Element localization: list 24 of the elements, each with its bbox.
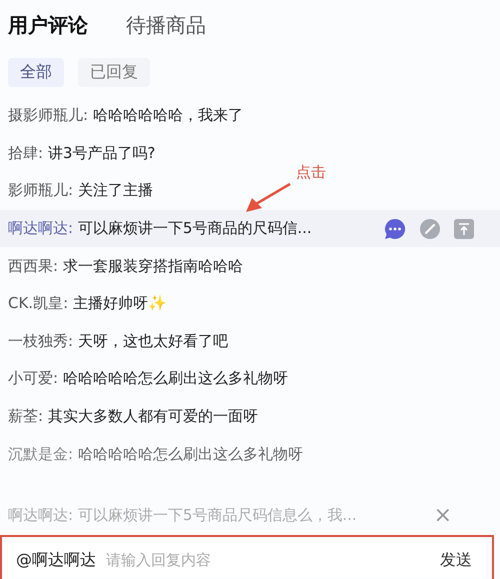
tab[interactable]: 用户评论 <box>8 12 88 38</box>
annotation-label: 点击 <box>296 163 326 182</box>
mention-text: @啊达啊达 <box>16 550 96 570</box>
pin-top-icon[interactable] <box>454 218 474 239</box>
selected-comment-row[interactable]: 啊达啊达: 可以麻烦讲一下5号商品的尺码信... <box>0 210 500 248</box>
comment-text[interactable]: CK.凯皇: 主播好帅呀✨ <box>8 294 167 314</box>
comment-text[interactable]: 拾肆: 讲3号产品了吗? <box>8 144 156 163</box>
comment-text[interactable]: 摄影师瓶儿: 哈哈哈哈哈哈，我来了 <box>8 106 243 126</box>
filter-tab[interactable]: 已回复 <box>78 58 150 87</box>
comment-text[interactable]: 薪荃: 其实大多数人都有可爱的一面呀 <box>8 407 258 426</box>
comment-text[interactable]: 一枝独秀: 天呀，这也太好看了吧 <box>8 332 228 351</box>
reply-field[interactable]: @啊达啊达 请输入回复内容 发送 <box>8 542 486 578</box>
chat-bubble-icon[interactable] <box>384 218 406 240</box>
send-button[interactable]: 发送 <box>434 548 478 572</box>
comment-text[interactable]: 啊达啊达: 可以麻烦讲一下5号商品的尺码信... <box>8 219 312 238</box>
reply-preview-text: 啊达啊达: 可以麻烦讲一下5号商品尺码信息么，我... <box>8 506 357 524</box>
comment-text[interactable]: 沉默是金: 哈哈哈哈哈怎么刷出这么多礼物呀 <box>8 444 303 464</box>
comment-text[interactable]: 影师瓶儿: 关注了主播 <box>8 181 153 200</box>
edit-icon[interactable] <box>420 218 440 239</box>
comment-text[interactable]: 西西果: 求一套服装穿搭指南哈哈哈 <box>8 256 243 276</box>
comment-text[interactable]: 小可爱: 哈哈哈哈哈怎么刷出这么多礼物呀 <box>8 369 288 388</box>
tab[interactable]: 待播商品 <box>126 12 206 38</box>
annotation-arrow-icon <box>244 182 292 214</box>
filter-tab[interactable]: 全部 <box>8 58 64 87</box>
